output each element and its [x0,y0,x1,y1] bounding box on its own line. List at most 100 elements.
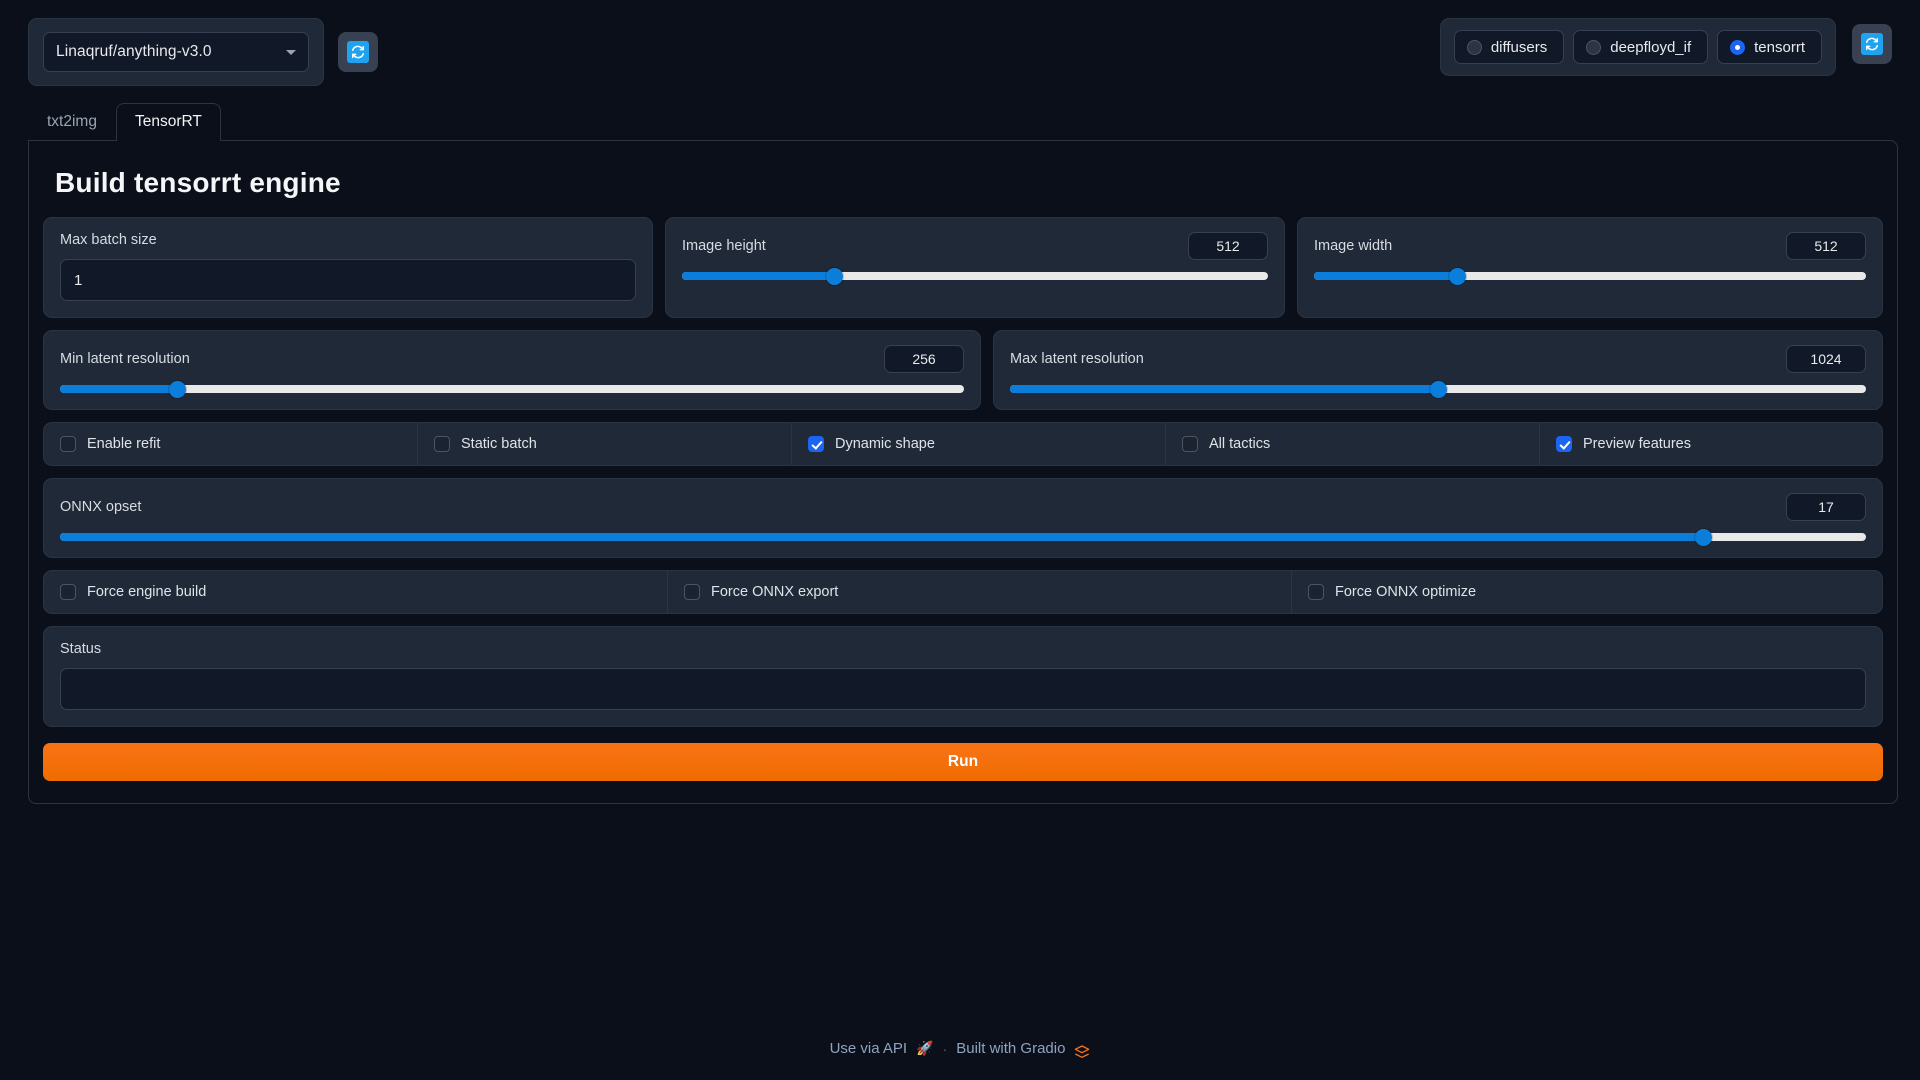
status-label: Status [60,641,102,657]
max-latent-resolution-slider[interactable] [1010,380,1866,398]
slider-fill [60,533,1704,541]
checkbox-force-engine-build[interactable]: Force engine build [44,571,668,613]
checkbox-label: Preview features [1583,436,1691,452]
image-height-block: Image height 512 [665,217,1285,318]
min-latent-resolution-label: Min latent resolution [60,351,190,367]
built-with-gradio-link[interactable]: Built with Gradio [956,1040,1065,1057]
refresh-model-button[interactable] [338,32,378,72]
radio-dot-icon [1466,39,1482,55]
footer: Use via API 🚀 · Built with Gradio [0,1040,1920,1060]
backend-radio-label: deepfloyd_if [1610,38,1692,56]
refresh-icon [347,41,369,63]
checkbox-label: All tactics [1209,436,1271,452]
slider-fill [682,272,835,280]
model-dropdown-panel: Linaqruf/anything-v3.0 [28,18,324,86]
backend-radio-deepfloyd-if[interactable]: deepfloyd_if [1573,30,1709,64]
radio-dot-icon [1586,39,1602,55]
tab-tensorrt[interactable]: TensorRT [115,103,221,141]
checkbox-icon [808,436,824,452]
checkbox-icon [60,436,76,452]
slider-fill [1010,385,1438,393]
min-latent-resolution-block: Min latent resolution 256 [43,330,981,410]
refresh-icon [1861,33,1883,55]
status-block: Status [43,626,1883,727]
run-button[interactable]: Run [43,743,1883,781]
slider-thumb[interactable] [1449,267,1467,285]
tab-txt2img[interactable]: txt2img [28,103,116,141]
checkbox-label: Dynamic shape [835,436,935,452]
checkbox-static-batch[interactable]: Static batch [418,423,792,465]
footer-separator: · [942,1040,948,1057]
min-latent-head: Min latent resolution 256 [60,345,964,373]
slider-fill [1314,272,1458,280]
backend-selector-group: diffusers deepfloyd_if tensorrt [1439,18,1896,76]
chevron-down-icon [286,50,296,55]
image-width-label: Image width [1314,238,1393,254]
onnx-opset-head: ONNX opset 17 [60,493,1866,521]
slider-thumb[interactable] [825,267,843,285]
backend-radio-diffusers[interactable]: diffusers [1453,30,1565,64]
checkbox-icon [1556,436,1572,452]
image-width-value[interactable]: 512 [1786,232,1866,260]
model-dropdown[interactable]: Linaqruf/anything-v3.0 [43,32,309,72]
image-height-label: Image height [682,238,766,254]
checkbox-all-tactics[interactable]: All tactics [1166,423,1540,465]
row-latent-resolution: Min latent resolution 256 Max latent res… [43,330,1883,410]
onnx-opset-label: ONNX opset [60,499,142,515]
checkbox-dynamic-shape[interactable]: Dynamic shape [792,423,1166,465]
image-width-block: Image width 512 [1297,217,1883,318]
checkbox-label: Force engine build [87,584,207,600]
refresh-backend-button[interactable] [1852,24,1892,64]
primary-options-row: Enable refit Static batch Dynamic shape … [43,422,1883,466]
checkbox-preview-features[interactable]: Preview features [1540,423,1882,465]
min-latent-resolution-value[interactable]: 256 [884,345,964,373]
checkbox-enable-refit[interactable]: Enable refit [44,423,418,465]
max-latent-resolution-value[interactable]: 1024 [1786,345,1866,373]
max-batch-size-input[interactable]: 1 [60,259,636,301]
image-height-head: Image height 512 [682,232,1268,260]
force-options-row: Force engine build Force ONNX export For… [43,570,1883,614]
model-dropdown-value: Linaqruf/anything-v3.0 [56,43,212,60]
model-selector-group: Linaqruf/anything-v3.0 [28,18,378,86]
slider-thumb[interactable] [169,380,187,398]
top-bar: Linaqruf/anything-v3.0 diffusers deepflo… [0,0,1920,86]
use-via-api-link[interactable]: Use via API [830,1040,908,1057]
checkbox-icon [1182,436,1198,452]
onnx-opset-value[interactable]: 17 [1786,493,1866,521]
onnx-opset-slider[interactable] [60,528,1866,546]
checkbox-label: Static batch [461,436,537,452]
checkbox-icon [684,584,700,600]
radio-dot-icon [1730,39,1746,55]
page-title: Build tensorrt engine [55,167,341,198]
checkbox-label: Force ONNX export [711,584,839,600]
image-height-value[interactable]: 512 [1188,232,1268,260]
checkbox-label: Force ONNX optimize [1335,584,1477,600]
max-latent-head: Max latent resolution 1024 [1010,345,1866,373]
checkbox-force-onnx-optimize[interactable]: Force ONNX optimize [1292,571,1882,613]
image-height-slider[interactable] [682,267,1268,285]
backend-radio-label: tensorrt [1754,38,1805,56]
checkbox-label: Enable refit [87,436,161,452]
refresh-backend-wrap [1852,18,1892,64]
checkbox-icon [434,436,450,452]
slider-fill [60,385,178,393]
image-width-slider[interactable] [1314,267,1866,285]
max-latent-resolution-label: Max latent resolution [1010,351,1144,367]
tensorrt-panel: Build tensorrt engine Max batch size 1 I… [28,140,1898,804]
checkbox-force-onnx-export[interactable]: Force ONNX export [668,571,1292,613]
slider-thumb[interactable] [1429,380,1447,398]
max-batch-size-block: Max batch size 1 [43,217,653,318]
checkbox-icon [1308,584,1324,600]
backend-radio-tensorrt[interactable]: tensorrt [1717,30,1822,64]
backend-radio-label: diffusers [1490,38,1548,56]
slider-thumb[interactable] [1694,528,1712,546]
max-batch-size-label: Max batch size [60,232,157,248]
tab-bar: txt2img TensorRT [0,86,1920,141]
min-latent-resolution-slider[interactable] [60,380,964,398]
row-size-settings: Max batch size 1 Image height 512 Image … [43,217,1883,318]
status-output[interactable] [60,668,1866,710]
gradio-logo-icon [1074,1044,1090,1060]
onnx-opset-block: ONNX opset 17 [43,478,1883,558]
image-width-head: Image width 512 [1314,232,1866,260]
rocket-icon: 🚀 [916,1040,934,1056]
